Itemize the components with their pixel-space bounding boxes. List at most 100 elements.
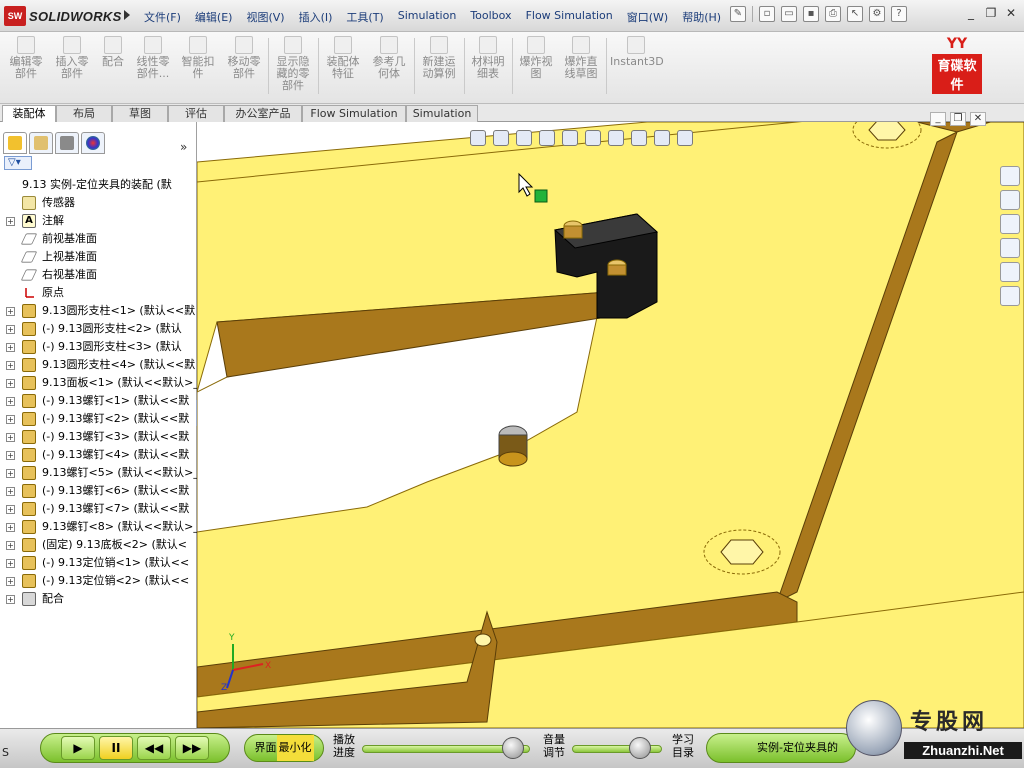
expand-toggle-icon[interactable]: + [6, 487, 15, 496]
file-explorer-icon[interactable] [1000, 214, 1020, 234]
tab-assembly[interactable]: 装配体 [2, 105, 56, 123]
assembly-feature-button[interactable]: 装配体特征 [322, 36, 364, 80]
apply-scene-icon[interactable] [654, 130, 670, 146]
design-library-icon[interactable] [1000, 190, 1020, 210]
minimize-window-icon[interactable]: _ [962, 6, 980, 22]
expand-toggle-icon[interactable]: + [6, 559, 15, 568]
menu-edit[interactable]: 编辑(E) [195, 9, 233, 25]
menu-simulation[interactable]: Simulation [398, 9, 457, 25]
smart-fastener-button[interactable]: 智能扣件 [178, 36, 218, 80]
expand-toggle-icon[interactable]: + [6, 217, 15, 226]
hide-show-items-icon[interactable] [608, 130, 624, 146]
tree-item[interactable]: + (-) 9.13定位销<1> (默认<< [0, 554, 197, 572]
section-view-icon[interactable] [539, 130, 555, 146]
move-component-button[interactable]: 移动零部件 [224, 36, 264, 80]
tree-item[interactable]: 9.13 实例-定位夹具的装配 (默 [0, 176, 197, 194]
tab-display-manager[interactable] [81, 132, 105, 154]
expand-toggle-icon[interactable]: + [6, 379, 15, 388]
tree-item[interactable]: 右视基准面 [0, 266, 197, 284]
custom-properties-icon[interactable] [1000, 286, 1020, 306]
tree-item[interactable]: + 配合 [0, 590, 197, 608]
minimize-interface-button[interactable]: 界面 最小化 [244, 734, 324, 762]
appearances-icon[interactable] [1000, 262, 1020, 282]
expand-toggle-icon[interactable]: + [6, 595, 15, 604]
expand-toggle-icon[interactable]: + [6, 523, 15, 532]
tree-item[interactable]: +9.13螺钉<5> (默认<<默认>_ [0, 464, 197, 482]
edit-component-button[interactable]: 编辑零部件 [6, 36, 46, 80]
expand-toggle-icon[interactable]: + [6, 577, 15, 586]
select-icon[interactable]: ↖ [847, 6, 863, 22]
tree-item[interactable]: + (-) 9.13螺钉<1> (默认<<默 [0, 392, 197, 410]
rewind-button[interactable]: ◀◀ [137, 736, 171, 760]
close-window-icon[interactable]: ✕ [1002, 6, 1020, 22]
menu-pin-arrow-icon[interactable] [124, 10, 130, 20]
expand-toggle-icon[interactable]: + [6, 307, 15, 316]
tree-item[interactable]: + (-) 9.13螺钉<6> (默认<<默 [0, 482, 197, 500]
panel-more-arrow[interactable]: » [180, 140, 187, 154]
exploded-view-button[interactable]: 爆炸视图 [516, 36, 556, 80]
tree-item[interactable]: + (-) 9.13螺钉<3> (默认<<默 [0, 428, 197, 446]
linear-pattern-button[interactable]: 线性零部件... [132, 36, 174, 80]
expand-toggle-icon[interactable]: + [6, 325, 15, 334]
instant3d-button[interactable]: Instant3D [610, 36, 664, 68]
doc-close-icon[interactable]: ✕ [970, 112, 986, 126]
print-icon[interactable]: ⎙ [825, 6, 841, 22]
volume-knob[interactable] [628, 737, 651, 759]
expand-toggle-icon[interactable]: + [6, 541, 15, 550]
tree-item[interactable]: +9.13面板<1> (默认<<默认>_ [0, 374, 197, 392]
view-orientation-icon[interactable] [562, 130, 578, 146]
view-palette-icon[interactable] [1000, 238, 1020, 258]
mate-button[interactable]: 配合 [98, 36, 128, 68]
tab-sketch[interactable]: 草图 [112, 105, 168, 122]
menu-file[interactable]: 文件(F) [144, 9, 181, 25]
motion-study-button[interactable]: 新建运动算例 [418, 36, 460, 80]
menu-toolbox[interactable]: Toolbox [470, 9, 511, 25]
doc-restore-icon[interactable]: ❐ [950, 112, 966, 126]
tree-item[interactable]: +9.13圆形支柱<4> (默认<<默 [0, 356, 197, 374]
forward-button[interactable]: ▶▶ [175, 736, 209, 760]
previous-view-icon[interactable] [516, 130, 532, 146]
menu-view[interactable]: 视图(V) [246, 9, 284, 25]
menu-tools[interactable]: 工具(T) [346, 9, 383, 25]
tree-item[interactable]: + A 注解 [0, 212, 197, 230]
tree-item[interactable]: + (-) 9.13螺钉<2> (默认<<默 [0, 410, 197, 428]
new-document-icon[interactable]: ▫ [759, 6, 775, 22]
tab-configuration-manager[interactable] [55, 132, 79, 154]
tree-item[interactable]: + (-) 9.13圆形支柱<3> (默认 [0, 338, 197, 356]
pushpin-icon[interactable]: ✎ [730, 6, 746, 22]
menu-flow-simulation[interactable]: Flow Simulation [526, 9, 613, 25]
zoom-to-fit-icon[interactable] [470, 130, 486, 146]
tree-item[interactable]: +9.13圆形支柱<1> (默认<<默 [0, 302, 197, 320]
tab-evaluate[interactable]: 评估 [168, 105, 224, 122]
reference-geometry-button[interactable]: 参考几何体 [368, 36, 410, 80]
tree-item[interactable]: 上视基准面 [0, 248, 197, 266]
menu-insert[interactable]: 插入(I) [299, 9, 333, 25]
tree-item[interactable]: 原点 [0, 284, 197, 302]
tree-item[interactable]: 前视基准面 [0, 230, 197, 248]
tab-flow-simulation[interactable]: Flow Simulation [302, 105, 406, 122]
tree-item[interactable]: + (固定) 9.13底板<2> (默认< [0, 536, 197, 554]
expand-toggle-icon[interactable]: + [6, 451, 15, 460]
expand-toggle-icon[interactable]: + [6, 397, 15, 406]
tree-item[interactable]: + (-) 9.13螺钉<4> (默认<<默 [0, 446, 197, 464]
tree-item[interactable]: + (-) 9.13圆形支柱<2> (默认 [0, 320, 197, 338]
tab-feature-tree[interactable] [3, 132, 27, 154]
expand-toggle-icon[interactable]: + [6, 343, 15, 352]
expand-toggle-icon[interactable]: + [6, 505, 15, 514]
save-icon[interactable]: ▪ [803, 6, 819, 22]
edit-appearance-icon[interactable] [631, 130, 647, 146]
progress-knob[interactable] [502, 737, 525, 759]
tab-office-products[interactable]: 办公室产品 [224, 105, 302, 122]
filter-button[interactable]: ▽▾ [4, 156, 32, 170]
expand-toggle-icon[interactable]: + [6, 469, 15, 478]
solidworks-resources-icon[interactable] [1000, 166, 1020, 186]
restore-window-icon[interactable]: ❐ [982, 6, 1000, 22]
expand-toggle-icon[interactable]: + [6, 433, 15, 442]
play-button[interactable]: ▶ [61, 736, 95, 760]
menu-help[interactable]: 帮助(H) [682, 9, 721, 25]
graphics-area[interactable]: Y X Z [197, 122, 1024, 728]
explode-line-button[interactable]: 爆炸直线草图 [560, 36, 602, 80]
tree-item[interactable]: 传感器 [0, 194, 197, 212]
bom-button[interactable]: 材料明细表 [468, 36, 508, 80]
rebuild-icon[interactable]: ⚙ [869, 6, 885, 22]
